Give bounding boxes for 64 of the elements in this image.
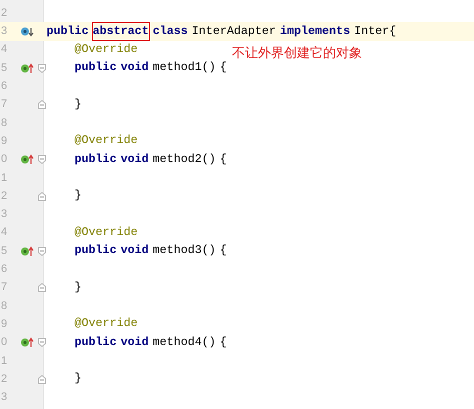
code-token: @Override [74,315,139,332]
code-token: } [74,370,83,388]
code-token: public [74,150,118,168]
code-token: { [218,334,228,351]
code-token: implements [278,22,352,40]
code-token: Inter{ [353,22,398,40]
code-token: { [218,59,228,76]
code-token: } [74,278,83,296]
code-token: method4() [152,334,217,351]
annotation-note: 不让外界创建它的对象 [232,44,362,62]
code-token: { [218,242,228,260]
code-token: void [120,150,150,168]
line-number: 3 [0,390,8,406]
line-number: 6 [0,79,8,94]
code-token: public [46,22,90,40]
code-token: public [74,242,118,260]
fold-marker-icon[interactable] [38,246,46,256]
overriding-method-icon[interactable] [20,62,34,74]
line-number: 7 [0,97,8,112]
line-number: 8 [0,298,8,314]
line-number: 0 [0,335,8,350]
line-number: 2 [0,372,8,387]
line-number: 2 [0,6,8,21]
code-token: public [74,59,118,76]
code-token: method3() [152,242,217,260]
line-number: 3 [0,207,8,222]
code-token: InterAdapter [190,22,277,40]
line-number: 3 [0,24,8,40]
code-token: @Override [74,40,139,58]
line-number: 5 [0,244,8,259]
code-token: method2() [152,150,217,168]
line-number: 7 [0,280,8,296]
code-token: class [152,22,189,40]
code-token: } [74,96,83,113]
line-number: 6 [0,262,8,278]
overriding-method-icon[interactable] [20,154,34,166]
fold-marker-icon[interactable] [38,155,46,164]
line-number: 8 [0,116,8,131]
line-number: 4 [0,225,8,240]
fold-marker-icon[interactable] [38,100,46,110]
code-token: void [120,242,150,260]
code-token: @Override [74,132,139,150]
line-number: 4 [0,42,8,58]
code-token: void [120,59,150,76]
code-token: { [218,150,228,168]
overriding-method-icon[interactable] [20,246,34,257]
fold-marker-icon[interactable] [38,338,46,348]
line-number: 9 [0,134,8,149]
line-number: 1 [0,170,8,186]
highlighted-keyword: abstract [92,22,150,42]
code-token: } [74,187,83,204]
implemented-method-icon[interactable] [20,26,34,38]
code-token: void [120,334,150,351]
line-number: 5 [0,60,8,76]
code-token: method1() [152,59,217,76]
fold-marker-icon[interactable] [38,64,46,73]
line-number: 0 [0,152,8,168]
overriding-method-icon[interactable] [20,337,34,348]
code-token: public [74,334,118,351]
line-number: 1 [0,354,8,369]
line-number: 9 [0,316,8,332]
line-number: 2 [0,188,8,204]
fold-marker-icon[interactable] [38,283,46,292]
code-token: @Override [74,224,139,241]
